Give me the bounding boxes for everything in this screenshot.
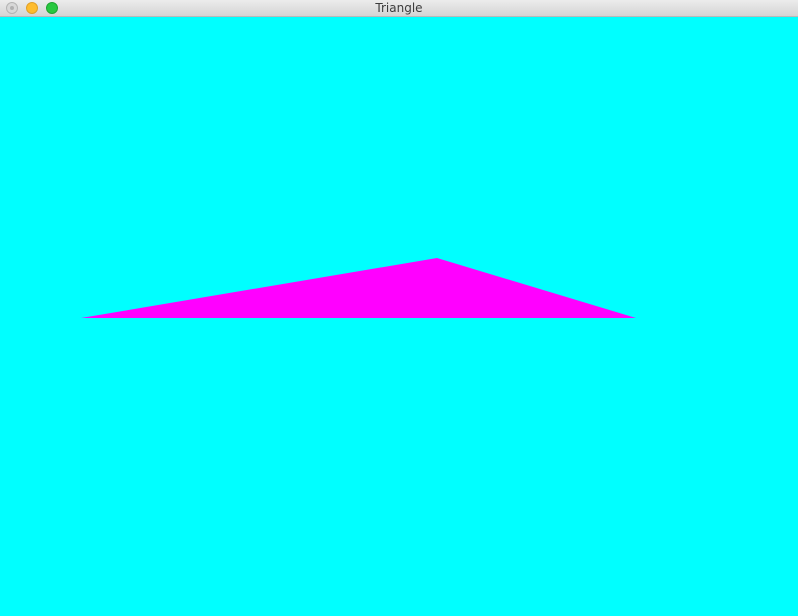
triangle-shape (81, 258, 636, 318)
title-bar[interactable]: Triangle (0, 0, 798, 17)
app-window: Triangle (0, 0, 798, 616)
render-canvas (0, 17, 798, 616)
scene-svg (81, 258, 636, 318)
window-title: Triangle (375, 1, 423, 15)
